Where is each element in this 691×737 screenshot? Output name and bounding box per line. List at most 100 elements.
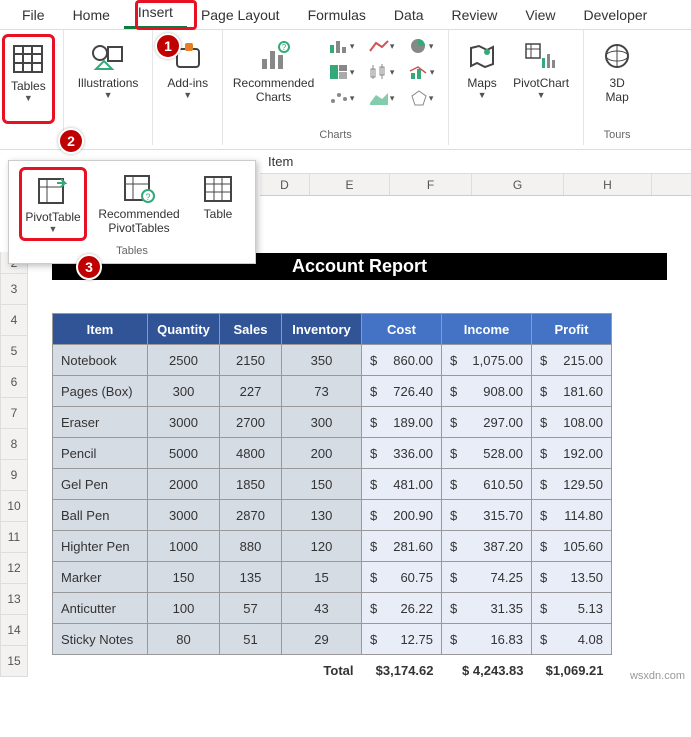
cell-inv[interactable]: 130 <box>282 500 362 531</box>
table-row[interactable]: Highter Pen1000880120$281.60$387.20$105.… <box>53 531 612 562</box>
cell-sales[interactable]: 135 <box>220 562 282 593</box>
cell-sales[interactable]: 1850 <box>220 469 282 500</box>
col-header-d[interactable]: D <box>260 174 310 195</box>
tab-view[interactable]: View <box>511 1 569 29</box>
row-header[interactable]: 6 <box>0 367 28 398</box>
th-cost[interactable]: Cost <box>362 314 442 345</box>
cell-inv[interactable]: 43 <box>282 593 362 624</box>
cell-cost[interactable]: $281.60 <box>362 531 442 562</box>
tab-data[interactable]: Data <box>380 1 438 29</box>
cell-profit[interactable]: $108.00 <box>532 407 612 438</box>
cell-cost[interactable]: $336.00 <box>362 438 442 469</box>
tab-file[interactable]: File <box>8 1 59 29</box>
row-header[interactable]: 3 <box>0 274 28 305</box>
cell-sales[interactable]: 227 <box>220 376 282 407</box>
th-item[interactable]: Item <box>53 314 148 345</box>
row-header[interactable]: 9 <box>0 460 28 491</box>
row-header[interactable]: 7 <box>0 398 28 429</box>
pivotchart-button[interactable]: PivotChart ▼ <box>507 34 575 124</box>
cell-inv[interactable]: 29 <box>282 624 362 655</box>
cell-profit[interactable]: $192.00 <box>532 438 612 469</box>
tab-formulas[interactable]: Formulas <box>294 1 380 29</box>
cell-profit[interactable]: $5.13 <box>532 593 612 624</box>
cell-inv[interactable]: 350 <box>282 345 362 376</box>
column-chart-button[interactable]: ▾ <box>322 34 360 58</box>
cell-item[interactable]: Highter Pen <box>53 531 148 562</box>
cell-income[interactable]: $297.00 <box>442 407 532 438</box>
3d-map-button[interactable]: 3D Map <box>592 34 642 124</box>
row-header[interactable]: 10 <box>0 491 28 522</box>
cell-profit[interactable]: $215.00 <box>532 345 612 376</box>
cell-profit[interactable]: $4.08 <box>532 624 612 655</box>
cell-inv[interactable]: 73 <box>282 376 362 407</box>
table-row[interactable]: Pages (Box)30022773$726.40$908.00$181.60 <box>53 376 612 407</box>
cell-sales[interactable]: 880 <box>220 531 282 562</box>
table-row[interactable]: Pencil50004800200$336.00$528.00$192.00 <box>53 438 612 469</box>
pivottable-button[interactable]: PivotTable ▼ <box>19 167 87 241</box>
table-row[interactable]: Anticutter1005743$26.22$31.35$5.13 <box>53 593 612 624</box>
cell-inv[interactable]: 15 <box>282 562 362 593</box>
cell-sales[interactable]: 2150 <box>220 345 282 376</box>
maps-button[interactable]: Maps ▼ <box>457 34 507 124</box>
cell-cost[interactable]: $189.00 <box>362 407 442 438</box>
combo-chart-button[interactable]: ▾ <box>402 60 440 84</box>
recommended-charts-button[interactable]: ? Recommended Charts <box>231 34 316 124</box>
cell-profit[interactable]: $114.80 <box>532 500 612 531</box>
col-header-h[interactable]: H <box>564 174 652 195</box>
cell-qty[interactable]: 80 <box>148 624 220 655</box>
row-header[interactable]: 15 <box>0 646 28 677</box>
cell-item[interactable]: Anticutter <box>53 593 148 624</box>
cell-qty[interactable]: 5000 <box>148 438 220 469</box>
cell-sales[interactable]: 57 <box>220 593 282 624</box>
cell-income[interactable]: $908.00 <box>442 376 532 407</box>
row-header[interactable]: 11 <box>0 522 28 553</box>
col-header-f[interactable]: F <box>390 174 472 195</box>
cell-profit[interactable]: $181.60 <box>532 376 612 407</box>
cell-item[interactable]: Notebook <box>53 345 148 376</box>
tab-developer[interactable]: Developer <box>570 1 662 29</box>
tab-insert[interactable]: Insert <box>124 0 187 29</box>
row-header[interactable]: 4 <box>0 305 28 336</box>
cell-qty[interactable]: 3000 <box>148 407 220 438</box>
table-row[interactable]: Eraser30002700300$189.00$297.00$108.00 <box>53 407 612 438</box>
cell-income[interactable]: $16.83 <box>442 624 532 655</box>
cell-cost[interactable]: $200.90 <box>362 500 442 531</box>
cell-profit[interactable]: $13.50 <box>532 562 612 593</box>
cell-cost[interactable]: $860.00 <box>362 345 442 376</box>
th-sales[interactable]: Sales <box>220 314 282 345</box>
tab-review[interactable]: Review <box>438 1 512 29</box>
cell-item[interactable]: Ball Pen <box>53 500 148 531</box>
formula-bar[interactable]: Item <box>260 150 691 174</box>
cell-income[interactable]: $1,075.00 <box>442 345 532 376</box>
cell-income[interactable]: $387.20 <box>442 531 532 562</box>
recommended-pivottables-button[interactable]: ? Recommended PivotTables <box>91 167 187 241</box>
cell-sales[interactable]: 2870 <box>220 500 282 531</box>
cell-sales[interactable]: 4800 <box>220 438 282 469</box>
table-row[interactable]: Gel Pen20001850150$481.00$610.50$129.50 <box>53 469 612 500</box>
cell-income[interactable]: $315.70 <box>442 500 532 531</box>
th-income[interactable]: Income <box>442 314 532 345</box>
radar-chart-button[interactable]: ▾ <box>402 86 440 110</box>
line-chart-button[interactable]: ▾ <box>362 34 400 58</box>
cell-inv[interactable]: 150 <box>282 469 362 500</box>
cell-income[interactable]: $74.25 <box>442 562 532 593</box>
table-row[interactable]: Notebook25002150350$860.00$1,075.00$215.… <box>53 345 612 376</box>
scatter-chart-button[interactable]: ▾ <box>322 86 360 110</box>
cell-item[interactable]: Eraser <box>53 407 148 438</box>
th-profit[interactable]: Profit <box>532 314 612 345</box>
cell-cost[interactable]: $12.75 <box>362 624 442 655</box>
cell-qty[interactable]: 300 <box>148 376 220 407</box>
cell-inv[interactable]: 300 <box>282 407 362 438</box>
worksheet[interactable]: 2 3 4 5 6 7 8 9 10 11 12 13 14 15 Accoun… <box>0 196 691 686</box>
col-header-g[interactable]: G <box>472 174 564 195</box>
cell-profit[interactable]: $105.60 <box>532 531 612 562</box>
cell-cost[interactable]: $726.40 <box>362 376 442 407</box>
cell-sales[interactable]: 51 <box>220 624 282 655</box>
cell-cost[interactable]: $60.75 <box>362 562 442 593</box>
cell-item[interactable]: Sticky Notes <box>53 624 148 655</box>
surface-chart-button[interactable]: ▾ <box>362 86 400 110</box>
tab-home[interactable]: Home <box>59 1 124 29</box>
cell-qty[interactable]: 2500 <box>148 345 220 376</box>
row-header[interactable]: 12 <box>0 553 28 584</box>
row-header[interactable]: 14 <box>0 615 28 646</box>
